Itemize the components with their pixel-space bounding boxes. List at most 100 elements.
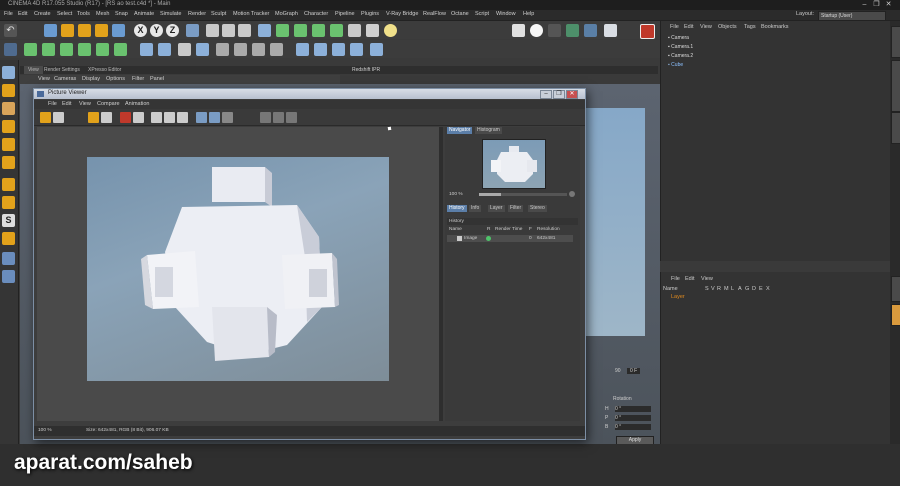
x-axis-lock[interactable]: X — [134, 24, 147, 37]
picture-viewer-titlebar[interactable]: Picture Viewer – ❐ ✕ — [34, 89, 585, 99]
menu-realflow[interactable]: RealFlow — [423, 11, 446, 17]
pv-minimize-button[interactable]: – — [540, 90, 552, 99]
texture-mode-icon[interactable] — [42, 43, 55, 56]
render-region-icon[interactable] — [88, 112, 99, 123]
history-row[interactable]: Image 0 642x481 — [447, 235, 573, 242]
swap-ab-icon[interactable] — [164, 112, 175, 123]
render-picture-viewer-icon[interactable] — [222, 24, 235, 37]
right-tab-structure[interactable] — [891, 112, 900, 144]
layermgr-menu-edit[interactable]: Edit — [685, 276, 694, 282]
maximize-button[interactable]: ❐ — [872, 1, 881, 9]
axis-icon[interactable] — [2, 178, 15, 191]
tab-layer[interactable]: Layer — [488, 205, 505, 212]
viewport-menu-filter[interactable]: Filter — [132, 76, 144, 82]
full-screen-icon[interactable] — [209, 112, 220, 123]
rotate-tool-icon[interactable] — [95, 24, 108, 37]
y-axis-lock[interactable]: Y — [150, 24, 163, 37]
objmgr-menu-file[interactable]: File — [670, 24, 679, 30]
grid-icon[interactable] — [2, 252, 15, 265]
menu-edit[interactable]: Edit — [18, 11, 27, 17]
menu-motion-tracker[interactable]: Motion Tracker — [233, 11, 269, 17]
objmgr-menu-bookmarks[interactable]: Bookmarks — [761, 24, 789, 30]
floor-icon[interactable] — [348, 24, 361, 37]
open-image-icon[interactable] — [40, 112, 51, 123]
layout-select[interactable]: Startup (User) — [818, 11, 886, 21]
fracture-icon[interactable] — [234, 43, 247, 56]
tab-histogram[interactable]: Histogram — [475, 127, 502, 134]
objmgr-menu-objects[interactable]: Objects — [718, 24, 737, 30]
mograph-effector-icon[interactable] — [216, 43, 229, 56]
pv-menu-animation[interactable]: Animation — [125, 101, 149, 107]
matrix-icon[interactable] — [252, 43, 265, 56]
render-view-icon[interactable] — [206, 24, 219, 37]
pv-menu-edit[interactable]: Edit — [62, 101, 71, 107]
layermgr-menu-view[interactable]: View — [701, 276, 713, 282]
enable-axis-icon[interactable] — [140, 43, 153, 56]
render-active-view-icon[interactable] — [101, 112, 112, 123]
vray-material-icon[interactable] — [350, 43, 363, 56]
menu-script[interactable]: Script — [475, 11, 489, 17]
reset-view-icon[interactable] — [133, 112, 144, 123]
right-tab-content-browser[interactable] — [891, 60, 900, 112]
stop-rendering-icon[interactable] — [120, 112, 131, 123]
menu-window[interactable]: Window — [496, 11, 516, 17]
canvas-scrollbar[interactable] — [439, 127, 443, 421]
pv-menu-file[interactable]: File — [48, 101, 57, 107]
frame-end-value[interactable]: 90 — [615, 368, 621, 374]
vray-camera-icon[interactable] — [332, 43, 345, 56]
make-editable-left-icon[interactable] — [2, 66, 15, 79]
rotation-p-field[interactable]: 0 ° — [615, 415, 651, 421]
menu-sculpt[interactable]: Sculpt — [211, 11, 226, 17]
mesh-check-icon[interactable] — [2, 102, 15, 115]
right-tab-layers[interactable] — [891, 304, 900, 326]
navigator-thumbnail[interactable] — [482, 139, 546, 189]
objmgr-menu-view[interactable]: View — [700, 24, 712, 30]
layermgr-menu-file[interactable]: File — [671, 276, 680, 282]
menu-vray-bridge[interactable]: V-Ray Bridge — [386, 11, 418, 17]
workplane-icon[interactable] — [60, 43, 73, 56]
menu-simulate[interactable]: Simulate — [160, 11, 181, 17]
make-editable-icon[interactable] — [4, 43, 17, 56]
plugin-icon[interactable] — [566, 24, 579, 37]
spline-pen-icon[interactable] — [276, 24, 289, 37]
right-tab-attributes[interactable] — [891, 276, 900, 302]
script-icon[interactable] — [548, 24, 561, 37]
menu-pipeline[interactable]: Pipeline — [335, 11, 355, 17]
right-tab-objects[interactable] — [891, 26, 900, 58]
tab-navigator[interactable]: Navigator — [447, 127, 473, 134]
render-settings-icon[interactable] — [238, 24, 251, 37]
split-view-icon[interactable] — [222, 112, 233, 123]
array-icon[interactable] — [312, 24, 325, 37]
scale-tool-icon[interactable] — [78, 24, 91, 37]
recent-tool-icon[interactable] — [112, 24, 125, 37]
tab-stereo[interactable]: Stereo — [528, 205, 547, 212]
tab-info[interactable]: Info — [469, 205, 482, 212]
select-tool-icon[interactable] — [44, 24, 57, 37]
pv-menu-view[interactable]: View — [79, 101, 91, 107]
current-frame-field[interactable]: 0 F — [627, 368, 641, 374]
realflow-scene-icon[interactable] — [370, 43, 383, 56]
deformer-icon[interactable] — [330, 24, 343, 37]
menu-octane[interactable]: Octane — [451, 11, 469, 17]
zoom-in-icon[interactable] — [569, 191, 575, 197]
layer-row-name[interactable]: Layer — [671, 294, 685, 300]
edges-mode-icon[interactable] — [96, 43, 109, 56]
z-axis-lock[interactable]: Z — [166, 24, 179, 37]
model-icon[interactable] — [2, 84, 15, 97]
menu-animate[interactable]: Animate — [134, 11, 154, 17]
status-zoom[interactable]: 100 % — [38, 428, 52, 433]
menu-mograph[interactable]: MoGraph — [275, 11, 298, 17]
edges-icon[interactable] — [2, 138, 15, 151]
soft-select-icon[interactable] — [2, 196, 15, 209]
menu-plugins[interactable]: Plugins — [361, 11, 379, 17]
viewport-menu-view[interactable]: View — [38, 76, 50, 82]
frame-start-icon[interactable] — [260, 112, 271, 123]
pv-close-button[interactable]: ✕ — [566, 90, 578, 99]
mograph-cloner-icon[interactable] — [196, 43, 209, 56]
viewport-menu-display[interactable]: Display — [82, 76, 100, 82]
loop-icon[interactable] — [286, 112, 297, 123]
vray-light-icon[interactable] — [314, 43, 327, 56]
model-mode-icon[interactable] — [24, 43, 37, 56]
viewport-menu-options[interactable]: Options — [106, 76, 125, 82]
snap-icon[interactable] — [178, 43, 191, 56]
